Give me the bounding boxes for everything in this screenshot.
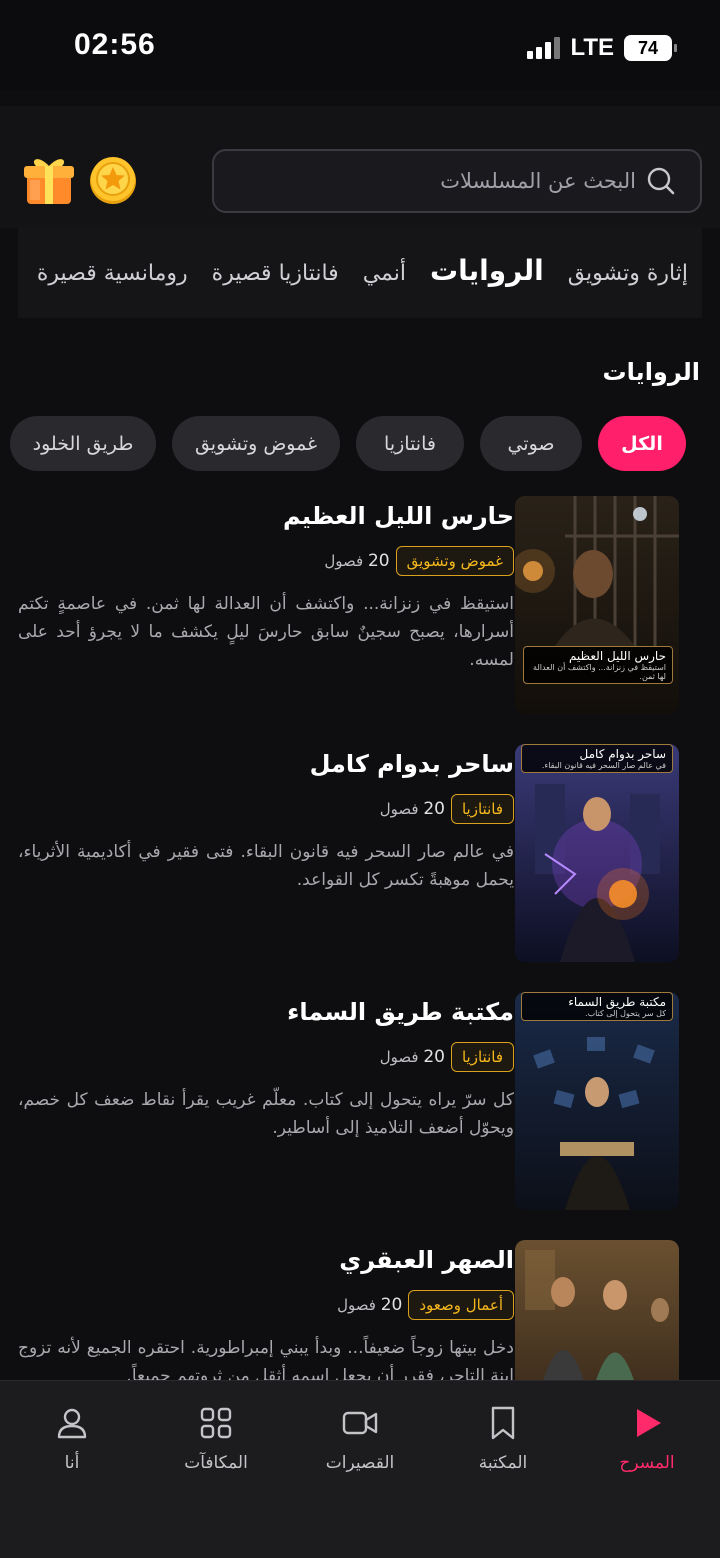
chip-mystery[interactable]: غموض وتشويق [172, 416, 340, 471]
cover-caption: مكتبة طريق السماء كل سر يتحول إلى كتاب. [521, 992, 673, 1021]
tab-anime[interactable]: أنمي [363, 261, 406, 286]
chip-audio[interactable]: صوتي [480, 416, 582, 471]
book-cover[interactable]: حارس الليل العظيم استيقظ في زنزانة... وا… [515, 496, 679, 714]
chip-all[interactable]: الكل [598, 416, 686, 471]
nav-shorts[interactable]: القصيرات [300, 1405, 420, 1473]
chip-fantasy[interactable]: فانتازيا [356, 416, 464, 471]
book-description: كل سرّ يراه يتحول إلى كتاب. معلّم غريب ي… [18, 1090, 514, 1138]
play-icon [637, 1409, 661, 1437]
nav-theater[interactable]: المسرح [587, 1405, 707, 1473]
search-icon [647, 167, 675, 195]
tab-short-fantasy[interactable]: فانتازيا قصيرة [212, 261, 339, 286]
chapters-count: 20 فصول [324, 551, 390, 571]
cover-caption: ساحر بدوام كامل في عالم صار السحر فيه قا… [521, 744, 673, 773]
search-input[interactable]: البحث عن المسلسلات [212, 149, 702, 213]
signal-icon [527, 37, 561, 59]
genre-badge: أعمال وصعود [408, 1290, 514, 1320]
book-card[interactable]: مكتبة طريق السماء كل سر يتحول إلى كتاب. … [0, 992, 720, 1212]
book-title: ساحر بدوام كامل [309, 750, 514, 778]
book-card[interactable]: ساحر بدوام كامل في عالم صار السحر فيه قا… [0, 744, 720, 964]
bookmark-icon [491, 1406, 515, 1440]
chapters-count: 20 فصول [379, 799, 445, 819]
genre-badge: فانتازيا [450, 794, 514, 824]
tab-novels[interactable]: الروايات [430, 254, 544, 287]
book-meta: فانتازيا 20 فصول [380, 794, 514, 824]
genre-badge: غموض وتشويق [395, 546, 514, 576]
nav-profile[interactable]: أنا [12, 1405, 132, 1473]
chapters-count: 20 فصول [337, 1295, 403, 1315]
filter-chips: الكل صوتي فانتازيا غموض وتشويق طريق الخل… [10, 416, 686, 471]
video-camera-icon [342, 1411, 378, 1435]
book-title: حارس الليل العظيم [283, 502, 514, 530]
status-time: 02:56 [74, 28, 156, 61]
book-meta: غموض وتشويق 20 فصول [324, 546, 514, 576]
gift-icon[interactable] [22, 152, 76, 208]
genre-badge: فانتازيا [450, 1042, 514, 1072]
tab-thriller[interactable]: إثارة وتشويق [568, 261, 688, 286]
book-meta: فانتازيا 20 فصول [380, 1042, 514, 1072]
book-title: الصهر العبقري [339, 1246, 514, 1274]
chapters-count: 20 فصول [379, 1047, 445, 1067]
section-title: الروايات [602, 358, 700, 386]
status-bar: 02:56 LTE 74 [0, 0, 720, 90]
coin-icon[interactable] [88, 154, 138, 206]
status-indicators: LTE 74 [527, 34, 677, 62]
tab-short-romance[interactable]: رومانسية قصيرة [37, 261, 188, 286]
book-cover[interactable]: ساحر بدوام كامل في عالم صار السحر فيه قا… [515, 744, 679, 962]
category-tabs: إثارة وتشويق الروايات أنمي فانتازيا قصير… [18, 228, 702, 318]
book-description: استيقظ في زنزانة... واكتشف أن العدالة له… [18, 594, 514, 670]
search-placeholder: البحث عن المسلسلات [440, 169, 636, 193]
nav-library[interactable]: المكتبة [443, 1405, 563, 1473]
cover-caption: حارس الليل العظيم استيقظ في زنزانة... وا… [523, 646, 673, 684]
book-cover[interactable]: مكتبة طريق السماء كل سر يتحول إلى كتاب. [515, 992, 679, 1210]
book-description: في عالم صار السحر فيه قانون البقاء. فتى … [18, 842, 514, 890]
grid-icon [200, 1407, 232, 1439]
nav-rewards[interactable]: المكافآت [156, 1405, 276, 1473]
bottom-nav: المسرح المكتبة القصيرات المكافآت أنا [0, 1380, 720, 1558]
battery-icon: 74 [624, 35, 677, 61]
user-icon [57, 1408, 87, 1439]
book-meta: أعمال وصعود 20 فصول [337, 1290, 514, 1320]
book-title: مكتبة طريق السماء [287, 998, 514, 1026]
network-type: LTE [570, 34, 614, 61]
chip-immortality-path[interactable]: طريق الخلود [10, 416, 156, 471]
book-card[interactable]: حارس الليل العظيم استيقظ في زنزانة... وا… [0, 496, 720, 716]
